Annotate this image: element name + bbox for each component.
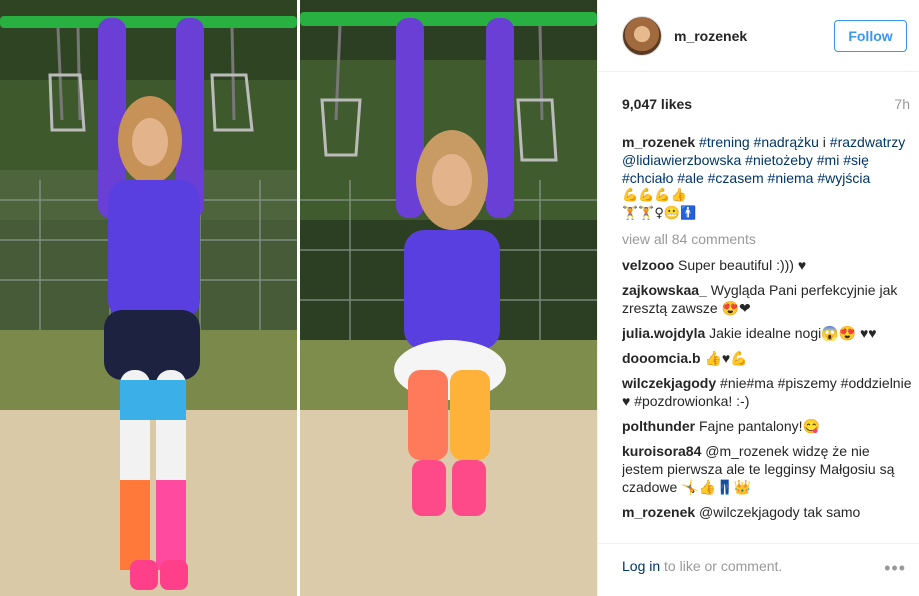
photo-right-panel <box>300 0 597 596</box>
comment-text: @wilczekjagody tak samo <box>695 504 861 520</box>
comment-row: dooomcia.b 👍♥💪 <box>622 349 912 367</box>
caption-tag: i <box>818 134 826 150</box>
comment-username[interactable]: kuroisora84 <box>622 443 701 459</box>
comment-text: Super beautiful :))) ♥ <box>674 257 807 273</box>
more-options-icon[interactable]: ••• <box>884 558 906 579</box>
photo-right-illustration <box>300 0 597 596</box>
caption-tag[interactable]: #nietożeby <box>741 152 813 168</box>
comment-text: Jakie idealne nogi😱😍 ♥♥ <box>705 325 877 341</box>
comment-username[interactable]: dooomcia.b <box>622 350 701 366</box>
post-side-panel: m_rozenek Follow 9,047 likes 7h m_rozene… <box>597 0 919 596</box>
post-footer: Log in to like or comment. ••• <box>598 543 919 596</box>
instagram-post: m_rozenek Follow 9,047 likes 7h m_rozene… <box>0 0 919 596</box>
comment-row: kuroisora84 @m_rozenek widzę że nie jest… <box>622 442 912 496</box>
photo-left-panel <box>0 0 297 596</box>
post-time[interactable]: 7h <box>894 96 910 112</box>
comment-row: julia.wojdyla Jakie idealne nogi😱😍 ♥♥ <box>622 324 912 342</box>
comment-row: wilczekjagody #nie#ma #piszemy #oddzieln… <box>622 374 912 410</box>
comment-username[interactable]: julia.wojdyla <box>622 325 705 341</box>
caption-tag[interactable]: #wyjścia <box>813 170 870 186</box>
caption-tag[interactable]: #ale <box>673 170 703 186</box>
likes-count[interactable]: 9,047 likes <box>622 96 692 112</box>
login-prompt: Log in to like or comment. <box>622 558 782 574</box>
comment-row: m_rozenek @wilczekjagody tak samo <box>622 503 912 521</box>
comment-username[interactable]: m_rozenek <box>622 504 695 520</box>
caption-tag[interactable]: @lidiawierzbowska <box>622 152 741 168</box>
caption-tag[interactable]: #niema <box>764 170 814 186</box>
profile-username[interactable]: m_rozenek <box>674 28 747 44</box>
comment-username[interactable]: wilczekjagody <box>622 375 716 391</box>
post-photo[interactable] <box>0 0 597 596</box>
comment-username[interactable]: polthunder <box>622 418 695 434</box>
login-text: to like or comment. <box>660 558 783 574</box>
caption-tag[interactable]: #się <box>839 152 869 168</box>
comment-items: velzooo Super beautiful :))) ♥ zajkowskaa… <box>622 256 912 521</box>
caption-tag[interactable]: #mi <box>813 152 840 168</box>
login-link[interactable]: Log in <box>622 558 660 574</box>
caption-emoji-line-1: 💪💪💪👍 <box>622 188 687 203</box>
caption-tag[interactable]: #razdwatrzy <box>826 134 905 150</box>
comments-list: m_rozenek #trening #nadrążku i #razdwatr… <box>622 133 912 528</box>
caption-tag[interactable]: #czasem <box>704 170 764 186</box>
caption-username[interactable]: m_rozenek <box>622 134 695 150</box>
post-header: m_rozenek Follow <box>598 0 919 72</box>
comment-text: Fajne pantalony!😋 <box>695 418 820 434</box>
comment-row: polthunder Fajne pantalony!😋 <box>622 417 912 435</box>
view-all-comments-link[interactable]: view all 84 comments <box>622 230 912 248</box>
comment-username[interactable]: zajkowskaa_ <box>622 282 707 298</box>
comment-text: 👍♥💪 <box>700 350 748 366</box>
caption-tag[interactable]: #trening <box>699 134 750 150</box>
caption: m_rozenek #trening #nadrążku i #razdwatr… <box>622 133 912 223</box>
caption-tag[interactable]: #chciało <box>622 170 673 186</box>
comment-row: velzooo Super beautiful :))) ♥ <box>622 256 912 274</box>
caption-emoji-line-2: 🏋🏋♀😬🚹 <box>622 206 697 221</box>
comment-username[interactable]: velzooo <box>622 257 674 273</box>
caption-tag[interactable]: #nadrążku <box>750 134 819 150</box>
comment-row: zajkowskaa_ Wygląda Pani perfekcyjnie ja… <box>622 281 912 317</box>
follow-button[interactable]: Follow <box>834 20 907 52</box>
photo-left-illustration <box>0 0 297 596</box>
avatar[interactable] <box>622 16 662 56</box>
